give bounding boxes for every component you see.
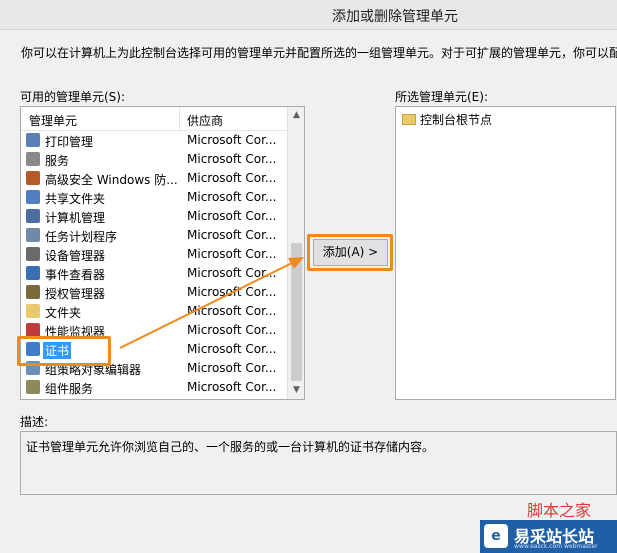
- watermark-logo: e 易采站长站 www.easck.com webmaster: [480, 520, 617, 553]
- annotation-arrow: [119, 257, 304, 349]
- watermark-logo-icon: e: [484, 524, 508, 548]
- watermark-url: www.easck.com webmaster: [514, 543, 598, 550]
- watermark-red-text: 脚本之家: [527, 501, 592, 520]
